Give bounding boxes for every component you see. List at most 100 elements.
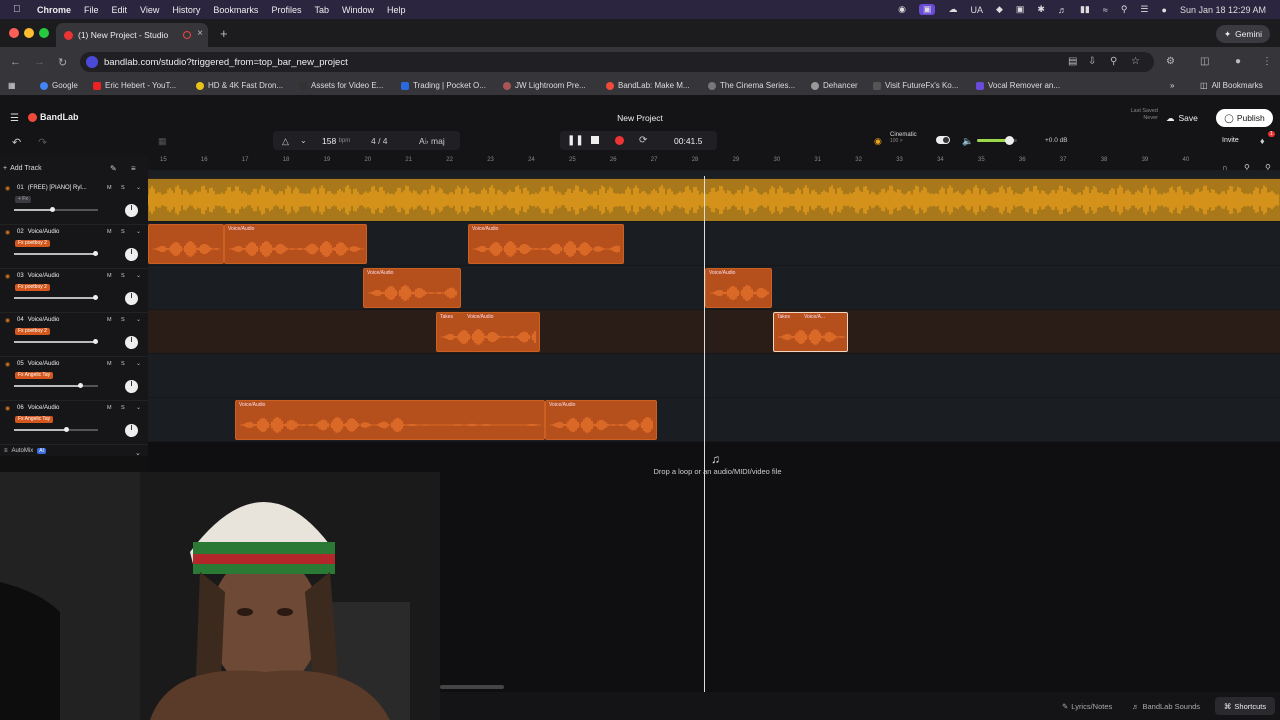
close-window-button[interactable] xyxy=(9,28,19,38)
track-volume-slider[interactable] xyxy=(14,207,98,212)
track-volume-handle[interactable] xyxy=(49,207,55,212)
edit-pencil-icon[interactable]: ✎ xyxy=(110,164,117,173)
bookmark-star-icon[interactable]: ☆ xyxy=(1131,56,1140,67)
track-volume-slider[interactable] xyxy=(14,383,98,388)
siri-icon[interactable]: ● xyxy=(1162,5,1167,15)
track-header[interactable]: ◉ 02 Voice/Audio Fx poetboy 2 M S ⌄ xyxy=(0,225,148,269)
audio-clip[interactable]: Voice/Audio xyxy=(363,268,461,308)
track-header[interactable]: ◉ 01 (FREE) [PIANO] Ryl... + Fx M S ⌄ xyxy=(0,181,148,225)
menu-file[interactable]: File xyxy=(84,5,99,15)
track-menu-chevron-icon[interactable]: ⌄ xyxy=(136,360,141,367)
bookmark-item[interactable]: Dehancer xyxy=(811,81,858,90)
track-volume-slider[interactable] xyxy=(14,339,99,344)
track-volume-handle[interactable] xyxy=(93,339,99,344)
bookmark-item[interactable]: Vocal Remover an... xyxy=(976,81,1060,90)
track-fx-preset[interactable]: Fx Angelic Tay xyxy=(15,416,54,423)
audio-clip[interactable]: Takes Voice/Audio xyxy=(436,312,540,352)
track-fx-preset[interactable]: + Fx xyxy=(15,196,31,203)
menu-history[interactable]: History xyxy=(172,5,200,15)
track-volume-handle[interactable] xyxy=(93,251,99,256)
track-name[interactable]: 05 Voice/Audio xyxy=(17,361,59,367)
bookmark-item[interactable]: The Cinema Series... xyxy=(708,81,795,90)
track-header[interactable]: ◉ 05 Voice/Audio Fx Angelic Tay M S ⌄ xyxy=(0,357,148,401)
track-fx-preset[interactable]: Fx poetboy 2 xyxy=(15,284,50,291)
control-icon[interactable]: ◉ xyxy=(898,4,906,15)
track-pan-knob[interactable] xyxy=(125,336,138,349)
bluetooth-icon[interactable]: ✱ xyxy=(1037,4,1045,15)
address-bar[interactable]: bandlab.com/studio?triggered_from=top_ba… xyxy=(80,52,1154,72)
record-arm-icon[interactable]: ◉ xyxy=(5,185,10,192)
lyrics-notes-button[interactable]: ✎ Lyrics/Notes xyxy=(1062,702,1112,711)
audio-clip[interactable]: Voice/Audio xyxy=(545,400,657,440)
bookmark-item[interactable]: BandLab: Make M... xyxy=(606,81,690,90)
solo-button[interactable]: S xyxy=(121,405,125,411)
shortcuts-button[interactable]: ⌘ Shortcuts xyxy=(1215,697,1275,715)
audio-clip[interactable]: Voice/Audio xyxy=(468,224,624,264)
stop-icon[interactable] xyxy=(591,136,599,144)
horizontal-scrollbar[interactable] xyxy=(440,685,504,689)
redo-icon[interactable]: ↷ xyxy=(38,136,47,149)
minimize-window-button[interactable] xyxy=(24,28,34,38)
bookmark-item[interactable]: Visit FutureFx's Ko... xyxy=(873,81,958,90)
record-icon[interactable] xyxy=(615,136,624,145)
playhead[interactable] xyxy=(704,176,705,692)
close-tab-icon[interactable]: × xyxy=(197,28,203,39)
invite-button[interactable]: Invite xyxy=(1222,137,1239,144)
automix-chevron-icon[interactable]: ⌄ xyxy=(135,449,141,457)
bookmark-item[interactable]: HD & 4K Fast Dron... xyxy=(196,81,283,90)
wifi-icon[interactable]: ≈ xyxy=(1103,5,1108,15)
audio-clip[interactable]: Voice/Audio xyxy=(235,400,545,440)
notifications-bell-icon[interactable]: ♦ xyxy=(1260,136,1265,146)
hamburger-menu-icon[interactable]: ☰ xyxy=(10,113,19,124)
metronome-dropdown-icon[interactable]: ⌄ xyxy=(300,136,307,145)
track-pan-knob[interactable] xyxy=(125,248,138,261)
record-arm-icon[interactable]: ◉ xyxy=(5,229,10,236)
vpn-icon[interactable]: ◆ xyxy=(996,4,1003,15)
forward-arrow-icon[interactable]: → xyxy=(34,56,45,68)
mute-button[interactable]: M xyxy=(107,317,112,323)
track-volume-slider[interactable] xyxy=(14,427,98,432)
clock[interactable]: Sun Jan 18 12:29 AM xyxy=(1180,5,1266,15)
bookmark-item[interactable]: Trading | Pocket O... xyxy=(401,81,486,90)
apple-icon[interactable]:  xyxy=(13,4,27,15)
bookmark-item[interactable]: JW Lightroom Pre... xyxy=(503,81,586,90)
search-icon[interactable]: ⚲ xyxy=(1121,4,1128,15)
record-arm-icon[interactable]: ◉ xyxy=(5,361,10,368)
track-volume-handle[interactable] xyxy=(78,383,84,388)
track-name[interactable]: 04 Voice/Audio xyxy=(17,317,59,323)
solo-button[interactable]: S xyxy=(121,361,125,367)
track-header[interactable]: ◉ 04 Voice/Audio Fx poetboy 2 M S ⌄ xyxy=(0,313,148,357)
add-track-button[interactable]: + Add Track xyxy=(3,162,42,175)
mute-button[interactable]: M xyxy=(107,229,112,235)
audio-clip[interactable]: Voice/Audio xyxy=(705,268,772,308)
cinematic-preset[interactable]: Cinematic 100 > xyxy=(890,132,917,144)
display-icon[interactable]: ▣ xyxy=(1016,4,1025,15)
bookmark-item[interactable]: Eric Hebert - YouT... xyxy=(93,81,176,90)
tab-search-icon[interactable]: ▤ xyxy=(1068,56,1077,67)
timeline-ruler[interactable]: 15 16 17 18 19 20 21 22 23 24 25 26 27 28 29 30 31 32 33 34… xyxy=(148,156,1280,170)
maximize-window-button[interactable] xyxy=(39,28,49,38)
record-arm-icon[interactable]: ◉ xyxy=(5,273,10,280)
track-volume-slider[interactable] xyxy=(14,295,99,300)
solo-button[interactable]: S xyxy=(121,273,125,279)
bookmark-item[interactable]: Assets for Video E... xyxy=(299,81,383,90)
mute-button[interactable]: M xyxy=(107,405,112,411)
track-lanes[interactable]: Voice/Audio Voice/Audio Voice/Audio Voice/A… xyxy=(148,170,1280,442)
menu-window[interactable]: Window xyxy=(342,5,374,15)
cinematic-toggle[interactable] xyxy=(936,136,950,144)
extensions-icon[interactable]: ⚙ xyxy=(1166,56,1175,67)
time-signature[interactable]: 4 / 4 xyxy=(371,136,388,146)
screen-record-icon[interactable]: ▣ xyxy=(918,4,936,15)
track-fx-preset[interactable]: Fx poetboy 2 xyxy=(15,328,50,335)
track-name[interactable]: 06 Voice/Audio xyxy=(17,405,59,411)
menu-help[interactable]: Help xyxy=(387,5,406,15)
bookmark-item[interactable]: Google xyxy=(40,81,78,90)
solo-button[interactable]: S xyxy=(121,229,125,235)
track-volume-handle[interactable] xyxy=(64,427,70,432)
master-mute-icon[interactable]: 🔈 xyxy=(962,136,973,147)
reload-icon[interactable]: ↻ xyxy=(58,56,67,69)
control-center-icon[interactable]: ☰ xyxy=(1140,4,1148,15)
project-title[interactable]: New Project xyxy=(600,113,680,123)
master-volume-slider[interactable] xyxy=(977,136,1017,145)
gemini-button[interactable]: ✦ Gemini xyxy=(1215,25,1270,43)
